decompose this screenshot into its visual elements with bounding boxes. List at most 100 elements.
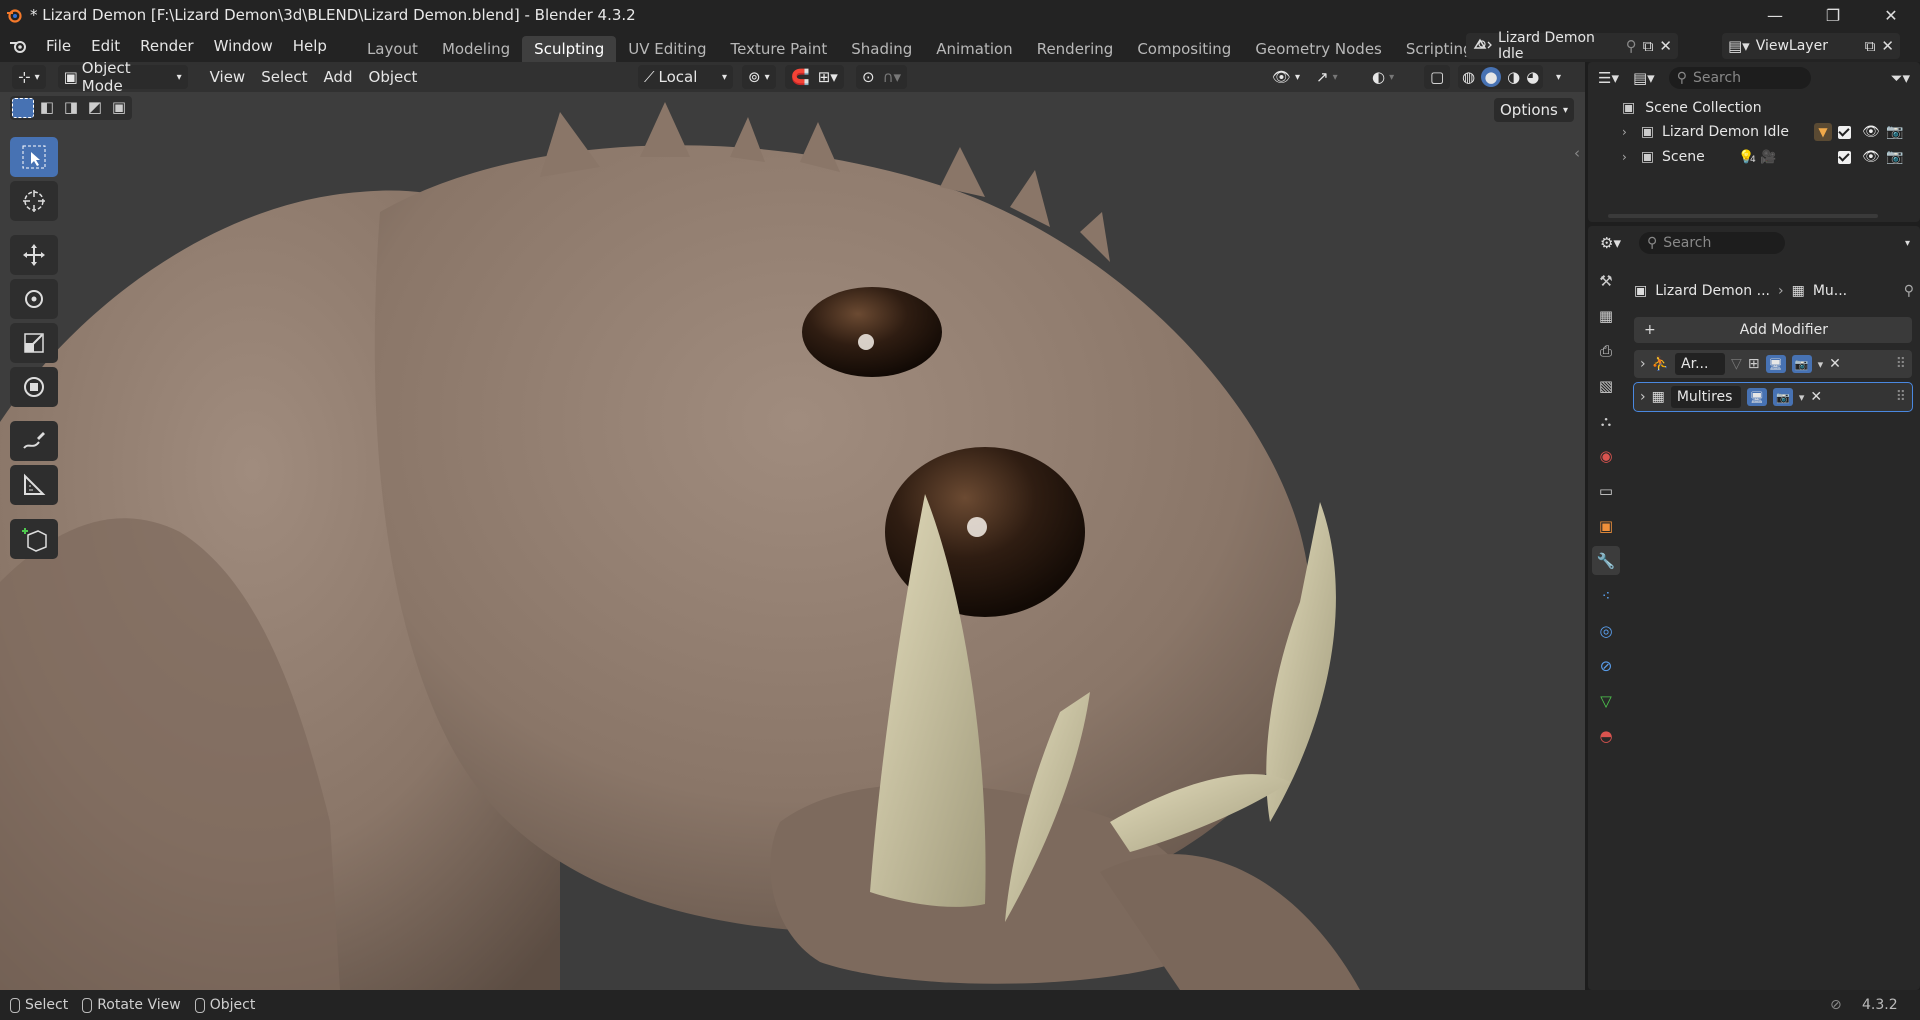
dropdown-chevron-icon[interactable]: ▾ [1799,391,1805,404]
properties-search-input[interactable]: ⚲ Search [1638,232,1785,254]
properties-options-dropdown[interactable]: ▾ [1905,238,1910,249]
add-cube-tool[interactable] [10,519,58,559]
render-toggle[interactable]: 📷 [1772,388,1793,406]
menu-select[interactable]: Select [253,65,315,89]
scale-tool[interactable] [10,323,58,363]
tab-sculpting[interactable]: Sculpting [522,36,617,62]
modifier-name-field[interactable]: Ar... [1675,353,1726,375]
drag-handle-icon[interactable]: ⠿ [1896,356,1906,372]
dropdown-chevron-icon[interactable]: ▾ [1818,358,1824,371]
exclude-checkbox[interactable] [1838,150,1851,164]
mode-dropdown[interactable]: ▣ Object Mode ▾ [57,62,188,95]
render-toggle[interactable]: 📷 [1791,355,1812,373]
tab-render[interactable]: ▦ [1592,301,1620,330]
tab-data[interactable]: ▽ [1592,686,1620,715]
menu-window[interactable]: Window [204,33,283,59]
menu-help[interactable]: Help [283,33,337,59]
scene-name[interactable]: Lizard Demon Idle [1498,30,1618,62]
menu-view[interactable]: View [202,65,254,89]
blender-menu-icon[interactable] [0,38,36,54]
editor-type-dropdown[interactable]: ⊹ ▾ [12,65,46,89]
transform-tool[interactable] [10,367,58,407]
modifier-multires[interactable]: › ▦ Multires 🖥 📷 ▾ ✕ ⠿ [1633,382,1913,412]
scene-selector[interactable]: Lizard Demon Idle ⚲ ⧉ ✕ [1466,30,1678,62]
viewport-display-toggle[interactable]: 🖥 [1746,388,1767,406]
viewlayer-name[interactable]: ViewLayer [1756,38,1828,54]
select-subtract-icon[interactable]: ◨ [60,98,82,118]
delete-viewlayer-icon[interactable]: ✕ [1881,37,1894,55]
measure-tool[interactable] [10,465,58,505]
outliner-scrollbar[interactable] [1608,214,1878,218]
tab-material[interactable]: ◓ [1592,721,1620,750]
select-intersect-icon[interactable]: ▣ [108,98,130,118]
add-modifier-button[interactable]: + Add Modifier [1634,317,1912,343]
modifier-name-field[interactable]: Multires [1670,386,1741,408]
tab-view-layer[interactable]: ▧ [1592,371,1620,400]
camera-icon[interactable]: 📷 [1886,149,1903,165]
tab-uv-editing[interactable]: UV Editing [616,36,718,62]
cursor-tool[interactable] [10,181,58,221]
transform-orientation-dropdown[interactable]: ⟋ Local ▾ [638,65,733,89]
cage-icon[interactable]: ⊞ [1748,356,1760,372]
viewlayer-selector[interactable]: ▤▾ ViewLayer ⧉ ✕ [1722,33,1900,59]
expand-chevron-icon[interactable]: › [1622,125,1627,139]
display-mode-icon[interactable]: ▤▾ [1633,69,1655,87]
snap-controls[interactable]: 🧲 ⊞▾ [785,65,844,89]
material-shading-icon[interactable]: ◑ [1507,68,1520,86]
proportional-editing[interactable]: ⊙ ∩▾ [856,65,908,89]
options-dropdown[interactable]: Options ▾ [1494,98,1574,122]
menu-file[interactable]: File [36,33,81,59]
remove-modifier-icon[interactable]: ✕ [1810,389,1822,405]
close-window-button[interactable]: ✕ [1862,0,1920,30]
shading-dropdown[interactable]: ▾ [1556,72,1561,83]
pin-icon[interactable]: ⚲ [1626,37,1637,55]
minimize-button[interactable]: — [1746,0,1804,30]
maximize-button[interactable]: ❐ [1804,0,1862,30]
solid-shading-icon[interactable]: ● [1481,67,1502,87]
new-viewlayer-icon[interactable]: ⧉ [1865,37,1876,55]
menu-object[interactable]: Object [361,65,426,89]
tab-shading[interactable]: Shading [839,36,924,62]
menu-render[interactable]: Render [130,33,203,59]
outliner-item-lizard-demon-idle[interactable]: › ▣ Lizard Demon Idle ▼ 👁 📷 [1588,120,1920,144]
annotate-tool[interactable] [10,421,58,461]
modifier-armature[interactable]: › ⛹ Ar... ▽ ⊞ 🖥 📷 ▾ ✕ ⠿ [1634,350,1912,378]
snap-increment-icon[interactable]: ⊞▾ [818,68,838,86]
remove-modifier-icon[interactable]: ✕ [1829,356,1841,372]
tab-physics[interactable]: ◎ [1592,616,1620,645]
rotate-tool[interactable] [10,279,58,319]
overlay-toggle[interactable]: ◐ ▾ [1366,65,1400,89]
menu-edit[interactable]: Edit [81,33,130,59]
exclude-checkbox[interactable] [1838,125,1851,139]
properties-editor-icon[interactable]: ⚙▾ [1600,234,1621,252]
expand-chevron-icon[interactable]: › [1640,356,1646,372]
tab-object[interactable]: ▣ [1592,511,1620,540]
rendered-shading-icon[interactable]: ◕ [1526,68,1539,86]
scene-collection-row[interactable]: ▣ Scene Collection [1588,96,1920,120]
tab-constraints[interactable]: ⊘ [1592,651,1620,680]
xray-toggle[interactable]: ▢ [1424,65,1451,89]
pin-icon[interactable]: ⚲ [1904,283,1914,299]
drag-handle-icon[interactable]: ⠿ [1896,389,1906,405]
tab-texture-paint[interactable]: Texture Paint [718,36,839,62]
tab-collection[interactable]: ▭ [1592,476,1620,505]
gizmo-toggle[interactable]: ↗ ▾ [1310,65,1344,89]
select-new-icon[interactable] [12,98,34,118]
falloff-icon[interactable]: ∩▾ [883,68,902,86]
3d-viewport[interactable]: ⊹ ▾ ▣ Object Mode ▾ View Select Add Objec… [0,62,1585,990]
delete-scene-icon[interactable]: ✕ [1659,37,1672,55]
tab-scene[interactable]: ⛬ [1592,406,1620,435]
visibility-dropdown[interactable]: 👁 ▾ [1266,65,1306,89]
tab-rendering[interactable]: Rendering [1025,36,1126,62]
menu-add[interactable]: Add [316,65,361,89]
expand-chevron-icon[interactable]: › [1622,150,1627,164]
tab-animation[interactable]: Animation [924,36,1024,62]
select-invert-icon[interactable]: ◩ [84,98,106,118]
tab-compositing[interactable]: Compositing [1125,36,1243,62]
tab-geometry-nodes[interactable]: Geometry Nodes [1243,36,1394,62]
filter-icon[interactable]: ⏷▾ [1890,69,1910,87]
tab-world[interactable]: ◉ [1592,441,1620,470]
outliner-item-scene[interactable]: › ▣ Scene 💡 4 🎥 👁 📷 [1588,145,1920,169]
eye-icon[interactable]: 👁 [1862,124,1880,140]
wireframe-shading-icon[interactable]: ◍ [1462,68,1475,86]
